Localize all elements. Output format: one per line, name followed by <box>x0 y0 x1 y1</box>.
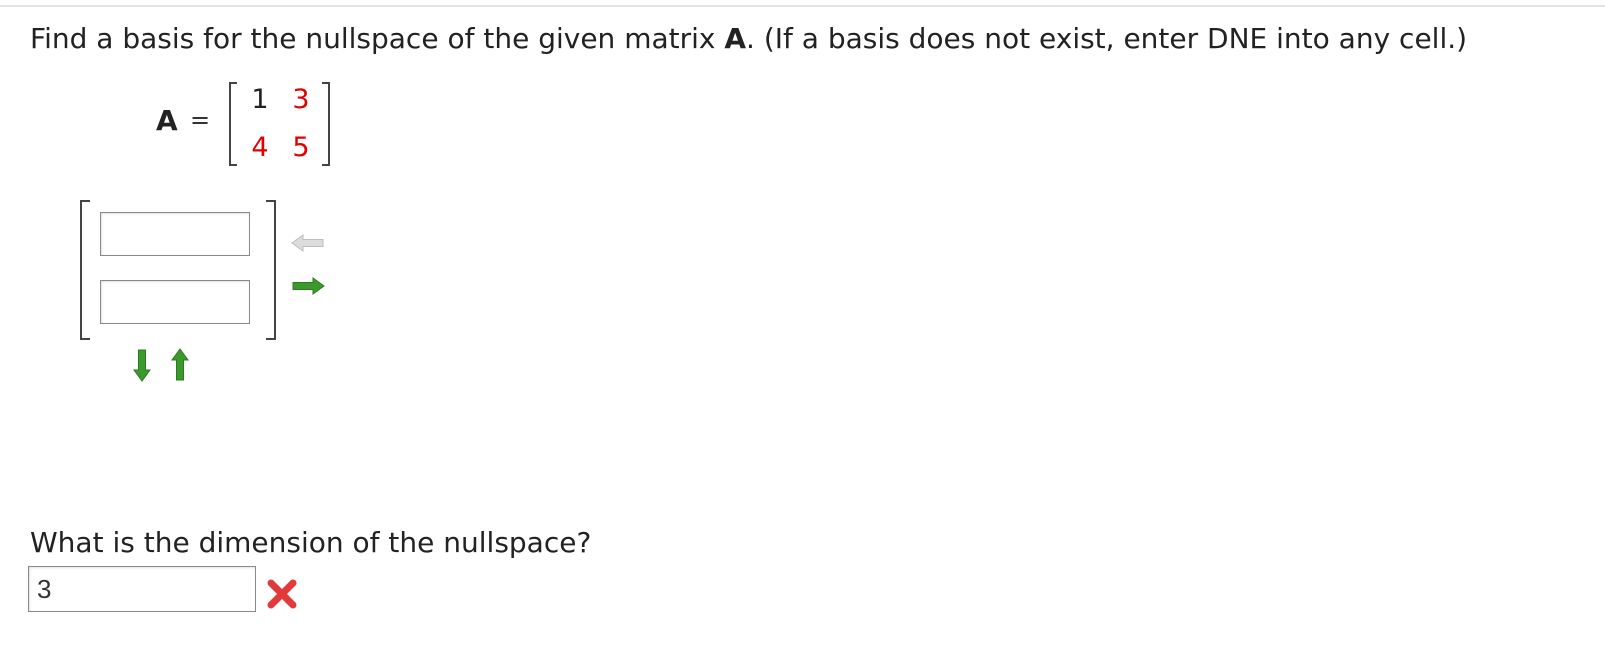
basis-cell-input[interactable] <box>100 280 250 324</box>
matrix-left-bracket <box>229 82 237 166</box>
vector-left-bracket <box>80 200 90 340</box>
basis-cell-input[interactable] <box>100 212 250 256</box>
dimension-question: What is the dimension of the nullspace? <box>30 526 592 559</box>
matrix-entry: 4 <box>251 132 269 163</box>
matrix-entry: 1 <box>251 84 269 115</box>
question-prefix: Find a basis for the nullspace of the gi… <box>30 22 725 55</box>
question-text: Find a basis for the nullspace of the gi… <box>30 22 1467 55</box>
equals-sign: = <box>190 106 211 134</box>
matrix-right-bracket <box>322 82 330 166</box>
matrix-entry: 5 <box>292 132 310 163</box>
top-divider <box>0 5 1605 7</box>
matrix-entry: 3 <box>292 84 310 115</box>
down-arrow-icon[interactable] <box>133 348 151 382</box>
dimension-input[interactable]: 3 <box>28 566 256 612</box>
vector-right-bracket <box>266 200 276 340</box>
matrix-label: A <box>156 104 178 137</box>
right-arrow-icon[interactable] <box>291 277 325 295</box>
question-matrix-symbol: A <box>724 22 747 55</box>
left-arrow-icon[interactable] <box>291 234 325 252</box>
red-x-icon <box>267 579 297 609</box>
question-suffix: . (If a basis does not exist, enter DNE … <box>746 22 1468 55</box>
up-arrow-icon[interactable] <box>171 348 189 382</box>
